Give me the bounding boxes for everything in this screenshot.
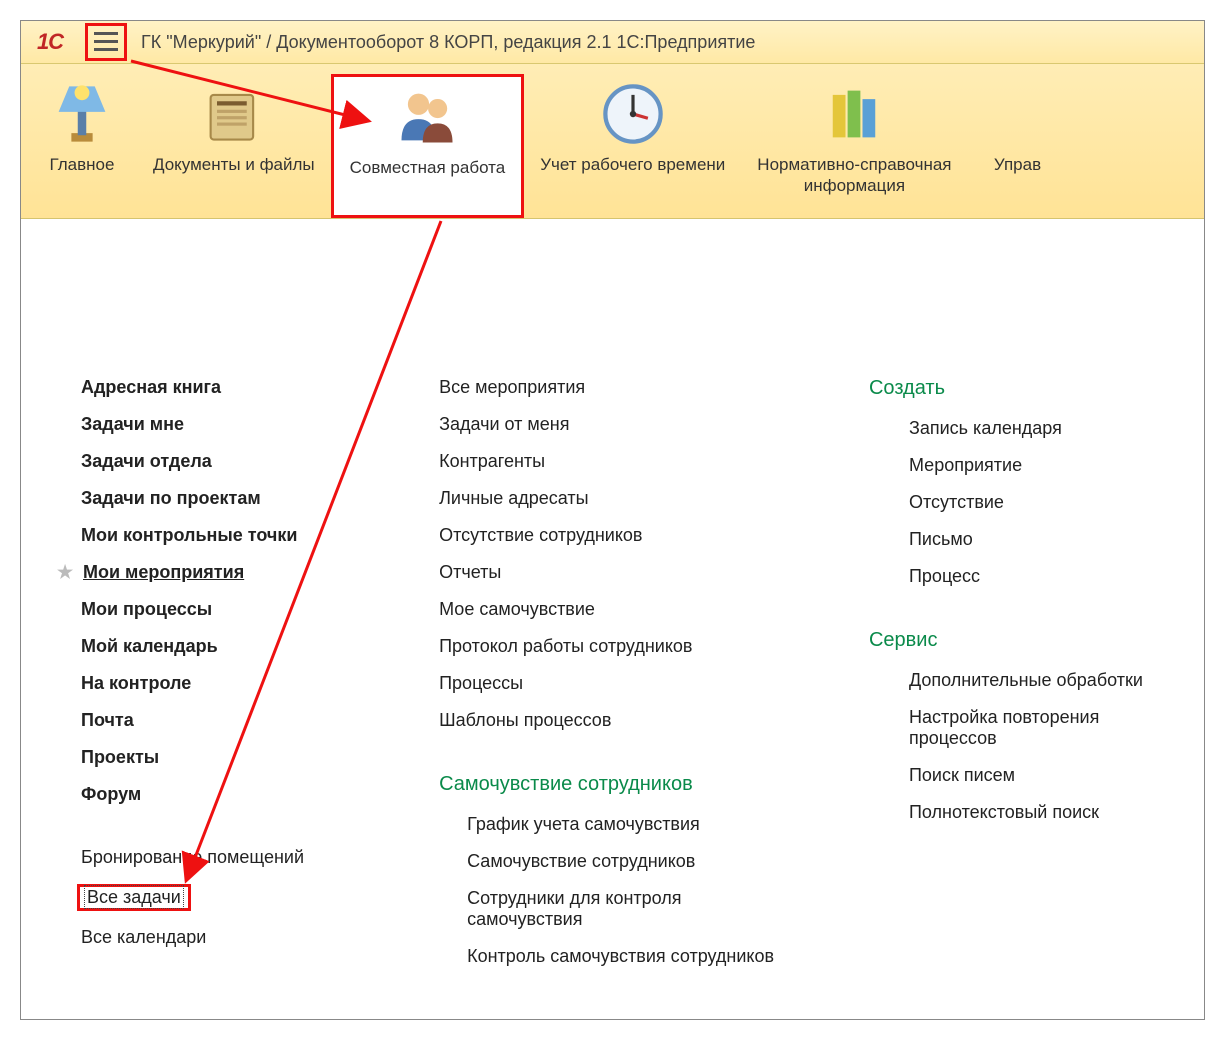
nav-column-actions: Создать Запись календаря Мероприятие Отс… — [869, 369, 1174, 975]
people-icon — [393, 83, 461, 151]
nav-my-checkpoints[interactable]: Мои контрольные точки — [81, 517, 359, 554]
nav-all-events[interactable]: Все мероприятия — [439, 369, 789, 406]
title-bar: 1C ГК "Меркурий" / Документооборот 8 КОР… — [21, 21, 1204, 64]
nav-tasks-from-me[interactable]: Задачи от меня — [439, 406, 789, 443]
nav-employee-work-log[interactable]: Протокол работы сотрудников — [439, 628, 789, 665]
window-title: ГК "Меркурий" / Документооборот 8 КОРП, … — [141, 32, 755, 53]
section-label: Документы и файлы — [153, 154, 315, 175]
nav-wellbeing-employees[interactable]: Самочувствие сотрудников — [439, 843, 789, 880]
section-label: Главное — [50, 154, 115, 175]
books-icon — [820, 80, 888, 148]
nav-contractors[interactable]: Контрагенты — [439, 443, 789, 480]
section-time-tracking[interactable]: Учет рабочего времени — [524, 74, 741, 218]
create-absence[interactable]: Отсутствие — [869, 484, 1174, 521]
nav-processes[interactable]: Процессы — [439, 665, 789, 702]
section-reference-info[interactable]: Нормативно-справочная информация — [741, 74, 967, 218]
nav-wellbeing-control-employees[interactable]: Сотрудники для контроля самочувствия — [439, 880, 789, 938]
nav-tasks-to-me[interactable]: Задачи мне — [81, 406, 359, 443]
nav-forum[interactable]: Форум — [81, 776, 359, 813]
nav-my-wellbeing[interactable]: Мое самочувствие — [439, 591, 789, 628]
nav-all-calendars[interactable]: Все календари — [81, 919, 359, 956]
clock-icon — [599, 80, 667, 148]
section-label: Нормативно-справочная информация — [757, 154, 951, 197]
section-management-truncated[interactable]: Управ — [968, 74, 1068, 218]
service-fulltext-search[interactable]: Полнотекстовый поиск — [869, 794, 1174, 831]
create-calendar-entry[interactable]: Запись календаря — [869, 410, 1174, 447]
nav-column-secondary: Все мероприятия Задачи от меня Контраген… — [439, 369, 789, 975]
blank-icon — [984, 80, 1052, 148]
nav-wellbeing-control[interactable]: Контроль самочувствия сотрудников — [439, 938, 789, 975]
nav-my-calendar[interactable]: Мой календарь — [81, 628, 359, 665]
create-event[interactable]: Мероприятие — [869, 447, 1174, 484]
nav-reports[interactable]: Отчеты — [439, 554, 789, 591]
nav-my-processes[interactable]: Мои процессы — [81, 591, 359, 628]
folder-icon — [200, 80, 268, 148]
section-bar: Главное Документы и файлы Совместная раб… — [21, 64, 1204, 219]
star-icon: ★ — [57, 562, 75, 583]
nav-process-templates[interactable]: Шаблоны процессов — [439, 702, 789, 739]
nav-project-tasks[interactable]: Задачи по проектам — [81, 480, 359, 517]
nav-column-primary: Адресная книга Задачи мне Задачи отдела … — [81, 369, 359, 975]
logo-1c: 1C — [25, 29, 75, 55]
section-label: Управ — [994, 154, 1041, 175]
nav-wellbeing-schedule[interactable]: График учета самочувствия — [439, 806, 789, 843]
group-title-service: Сервис — [869, 621, 1174, 662]
lamp-icon — [48, 80, 116, 148]
nav-personal-addressees[interactable]: Личные адресаты — [439, 480, 789, 517]
burger-icon — [94, 32, 118, 52]
content-area: Адресная книга Задачи мне Задачи отдела … — [21, 219, 1204, 1005]
nav-all-tasks[interactable]: Все задачи — [81, 876, 359, 919]
nav-department-tasks[interactable]: Задачи отдела — [81, 443, 359, 480]
nav-projects[interactable]: Проекты — [81, 739, 359, 776]
create-letter[interactable]: Письмо — [869, 521, 1174, 558]
nav-address-book[interactable]: Адресная книга — [81, 369, 359, 406]
section-label: Совместная работа — [350, 157, 506, 178]
service-extra-processing[interactable]: Дополнительные обработки — [869, 662, 1174, 699]
section-label: Учет рабочего времени — [540, 154, 725, 175]
service-mail-search[interactable]: Поиск писем — [869, 757, 1174, 794]
section-documents[interactable]: Документы и файлы — [137, 74, 331, 218]
group-title-create: Создать — [869, 369, 1174, 410]
section-collaboration[interactable]: Совместная работа — [331, 74, 525, 218]
create-process[interactable]: Процесс — [869, 558, 1174, 595]
nav-employee-absence[interactable]: Отсутствие сотрудников — [439, 517, 789, 554]
main-menu-button[interactable] — [85, 23, 127, 61]
nav-room-booking[interactable]: Бронирование помещений — [81, 839, 359, 876]
nav-mail[interactable]: Почта — [81, 702, 359, 739]
app-window: 1C ГК "Меркурий" / Документооборот 8 КОР… — [20, 20, 1205, 1020]
group-title-wellbeing: Самочувствие сотрудников — [439, 765, 789, 806]
section-main[interactable]: Главное — [27, 74, 137, 218]
nav-on-control[interactable]: На контроле — [81, 665, 359, 702]
service-process-repeat-settings[interactable]: Настройка повторения процессов — [869, 699, 1174, 757]
nav-my-events[interactable]: ★ Мои мероприятия — [81, 554, 359, 591]
